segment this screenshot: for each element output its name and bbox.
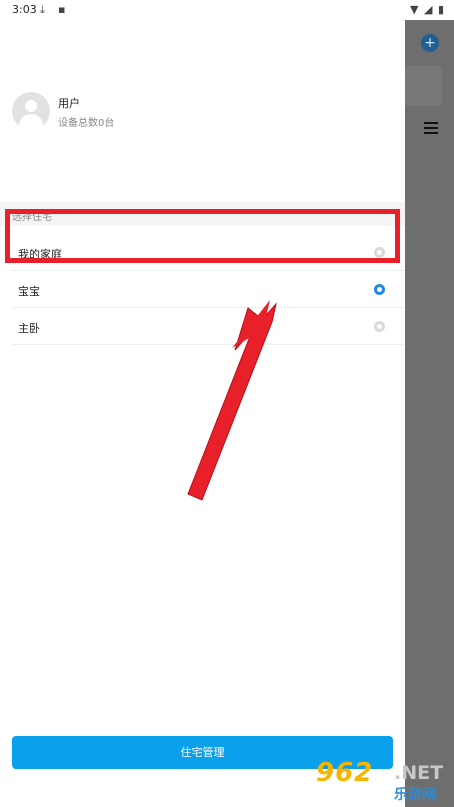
background-app-scrim[interactable]: + xyxy=(405,20,454,807)
highlight-box xyxy=(5,209,400,263)
wifi-icon: ▼ xyxy=(410,3,419,16)
add-icon: + xyxy=(421,34,439,52)
menu-icon xyxy=(424,122,438,137)
user-name: 用户 xyxy=(58,97,80,110)
watermark-logo: 962 .NET 乐游网 xyxy=(316,758,444,803)
radio-unselected-icon[interactable] xyxy=(374,321,385,332)
status-bar: 3:03 ⤓ ▪ ▼ ◢ ▮ xyxy=(0,0,454,20)
download-icon: ⤓ xyxy=(40,3,45,16)
device-count: 设备总数0台 xyxy=(58,118,115,129)
app-icon: ▪ xyxy=(58,3,66,16)
battery-icon: ▮ xyxy=(438,3,445,16)
radio-selected-icon[interactable] xyxy=(374,284,385,295)
navigation-drawer: 用户 设备总数0台 选择住宅 我的家庭 宝宝 主卧 住宅管理 xyxy=(0,20,405,807)
home-item-master-bedroom[interactable]: 主卧 xyxy=(12,308,405,345)
signal-icon: ◢ xyxy=(424,3,433,16)
status-time: 3:03 xyxy=(12,3,37,16)
home-item-baby[interactable]: 宝宝 xyxy=(12,271,405,308)
avatar[interactable] xyxy=(12,92,50,130)
background-card xyxy=(405,66,442,106)
home-label: 主卧 xyxy=(18,322,40,335)
home-label: 宝宝 xyxy=(18,285,40,298)
